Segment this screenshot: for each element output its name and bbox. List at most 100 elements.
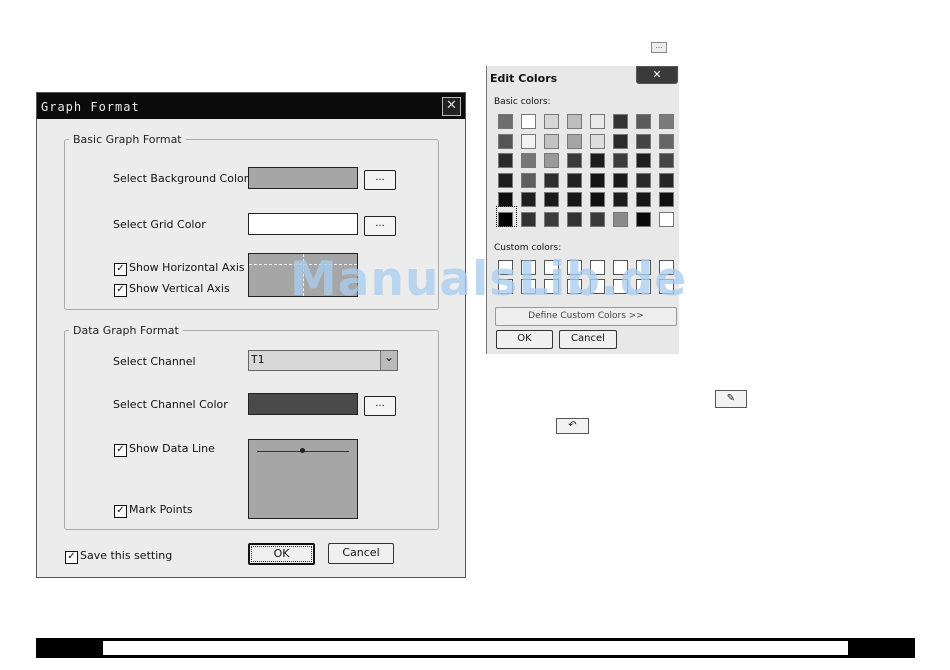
basic-color-cell[interactable]: [544, 153, 559, 168]
graph-format-dialog: Graph Format ✕ Basic Graph Format Select…: [36, 92, 466, 578]
basic-color-cell[interactable]: [636, 192, 651, 207]
cancel-button[interactable]: Cancel: [328, 543, 394, 564]
select-channel-label: Select Channel: [113, 355, 196, 368]
basic-color-cell[interactable]: [521, 192, 536, 207]
basic-color-cell[interactable]: [521, 133, 536, 149]
checkmark-icon: ✓: [116, 505, 125, 516]
basic-color-cell[interactable]: [567, 153, 582, 168]
chevron-down-icon: ⌄: [383, 350, 395, 364]
data-line-preview: [248, 439, 358, 519]
color-picker-button[interactable]: ✎: [715, 390, 747, 408]
browse-small-button[interactable]: ...: [651, 42, 667, 53]
basic-color-cell[interactable]: [567, 211, 582, 227]
color-picker-icon: ✎: [726, 393, 736, 404]
basic-color-cell[interactable]: [636, 133, 651, 149]
show-data-line-label: Show Data Line: [129, 442, 215, 455]
basic-color-cell[interactable]: [544, 133, 559, 149]
dialog-title: Graph Format: [41, 100, 140, 114]
basic-color-cell[interactable]: [636, 211, 651, 227]
show-horizontal-axis-label: Show Horizontal Axis: [129, 261, 245, 274]
basic-color-cell[interactable]: [590, 211, 605, 227]
data-graph-format-legend: Data Graph Format: [73, 324, 179, 337]
reset-icon: ↶: [568, 420, 577, 431]
channel-color-swatch[interactable]: [248, 393, 358, 415]
mark-points-checkbox[interactable]: ✓: [114, 505, 127, 518]
basic-color-cell[interactable]: [636, 172, 651, 188]
basic-color-cell[interactable]: [613, 153, 628, 168]
basic-color-cell[interactable]: [498, 153, 513, 168]
basic-color-cell[interactable]: [659, 172, 674, 188]
checkmark-icon: ✓: [67, 551, 76, 562]
basic-color-cell[interactable]: [613, 211, 628, 227]
ok-button[interactable]: OK: [248, 543, 315, 565]
basic-color-cell[interactable]: [590, 172, 605, 188]
grid-color-label: Select Grid Color: [113, 218, 206, 231]
basic-color-cell[interactable]: [521, 114, 536, 129]
background-color-label: Select Background Color: [113, 172, 249, 185]
edit-colors-dialog: Edit Colors ✕ Basic colors: Custom color…: [486, 66, 679, 354]
basic-color-cell[interactable]: [659, 133, 674, 149]
basic-graph-format-legend: Basic Graph Format: [73, 133, 182, 146]
basic-color-cell[interactable]: [659, 153, 674, 168]
edit-colors-ok-button[interactable]: OK: [496, 330, 553, 349]
show-data-line-checkbox[interactable]: ✓: [114, 444, 127, 457]
save-setting-checkbox[interactable]: ✓: [65, 551, 78, 564]
basic-color-cell[interactable]: [544, 114, 559, 129]
basic-color-cell[interactable]: [498, 172, 513, 188]
basic-colors-label: Basic colors:: [494, 97, 551, 107]
channel-select-value: T1: [251, 353, 265, 366]
basic-color-cell[interactable]: [498, 133, 513, 149]
basic-color-cell[interactable]: [636, 153, 651, 168]
basic-color-cell[interactable]: [544, 172, 559, 188]
mark-points-label: Mark Points: [129, 503, 193, 516]
define-custom-colors-button[interactable]: Define Custom Colors >>: [495, 307, 677, 326]
background-color-browse-button[interactable]: ...: [364, 170, 396, 190]
close-button[interactable]: ✕: [442, 97, 461, 116]
close-icon: ✕: [652, 68, 662, 81]
basic-color-cell[interactable]: [659, 192, 674, 207]
basic-color-cell[interactable]: [567, 114, 582, 129]
edit-colors-cancel-button[interactable]: Cancel: [559, 330, 617, 349]
basic-color-cell[interactable]: [659, 114, 674, 129]
show-vertical-axis-checkbox[interactable]: ✓: [114, 284, 127, 297]
basic-color-cell[interactable]: [636, 114, 651, 129]
basic-color-cell[interactable]: [590, 192, 605, 207]
data-point-marker: [300, 448, 305, 453]
basic-color-cell[interactable]: [567, 192, 582, 207]
basic-color-cell[interactable]: [567, 133, 582, 149]
basic-color-cell[interactable]: [613, 192, 628, 207]
edit-colors-close-button[interactable]: ✕: [636, 66, 678, 84]
checkmark-icon: ✓: [116, 263, 125, 274]
dropdown-button[interactable]: ⌄: [380, 351, 397, 370]
watermark: ManualsLib.de: [290, 252, 688, 307]
reset-button[interactable]: ↶: [556, 418, 589, 434]
background-color-swatch[interactable]: [248, 167, 358, 189]
show-vertical-axis-label: Show Vertical Axis: [129, 282, 230, 295]
grid-color-swatch[interactable]: [248, 213, 358, 235]
basic-color-cell[interactable]: [590, 133, 605, 149]
channel-color-browse-button[interactable]: ...: [364, 396, 396, 416]
basic-color-cell[interactable]: [521, 153, 536, 168]
channel-select[interactable]: T1 ⌄: [248, 350, 398, 371]
show-horizontal-axis-checkbox[interactable]: ✓: [114, 263, 127, 276]
basic-color-cell[interactable]: [613, 133, 628, 149]
basic-color-cell[interactable]: [590, 114, 605, 129]
basic-color-cell[interactable]: [498, 114, 513, 129]
basic-color-cell[interactable]: [590, 153, 605, 168]
basic-color-cell[interactable]: [521, 172, 536, 188]
basic-color-cell[interactable]: [659, 211, 674, 227]
basic-color-cell[interactable]: [544, 211, 559, 227]
basic-color-cell[interactable]: [613, 172, 628, 188]
save-setting-label: Save this setting: [80, 549, 173, 562]
basic-color-cell[interactable]: [567, 172, 582, 188]
checkmark-icon: ✓: [116, 284, 125, 295]
basic-color-cell[interactable]: [544, 192, 559, 207]
selected-color-focus: [496, 206, 517, 227]
channel-color-label: Select Channel Color: [113, 398, 228, 411]
basic-color-cell[interactable]: [613, 114, 628, 129]
dialog-titlebar: Graph Format ✕: [37, 93, 465, 119]
basic-color-cell[interactable]: [498, 192, 513, 207]
edit-colors-title: Edit Colors: [490, 72, 558, 85]
basic-color-cell[interactable]: [521, 211, 536, 227]
grid-color-browse-button[interactable]: ...: [364, 216, 396, 236]
